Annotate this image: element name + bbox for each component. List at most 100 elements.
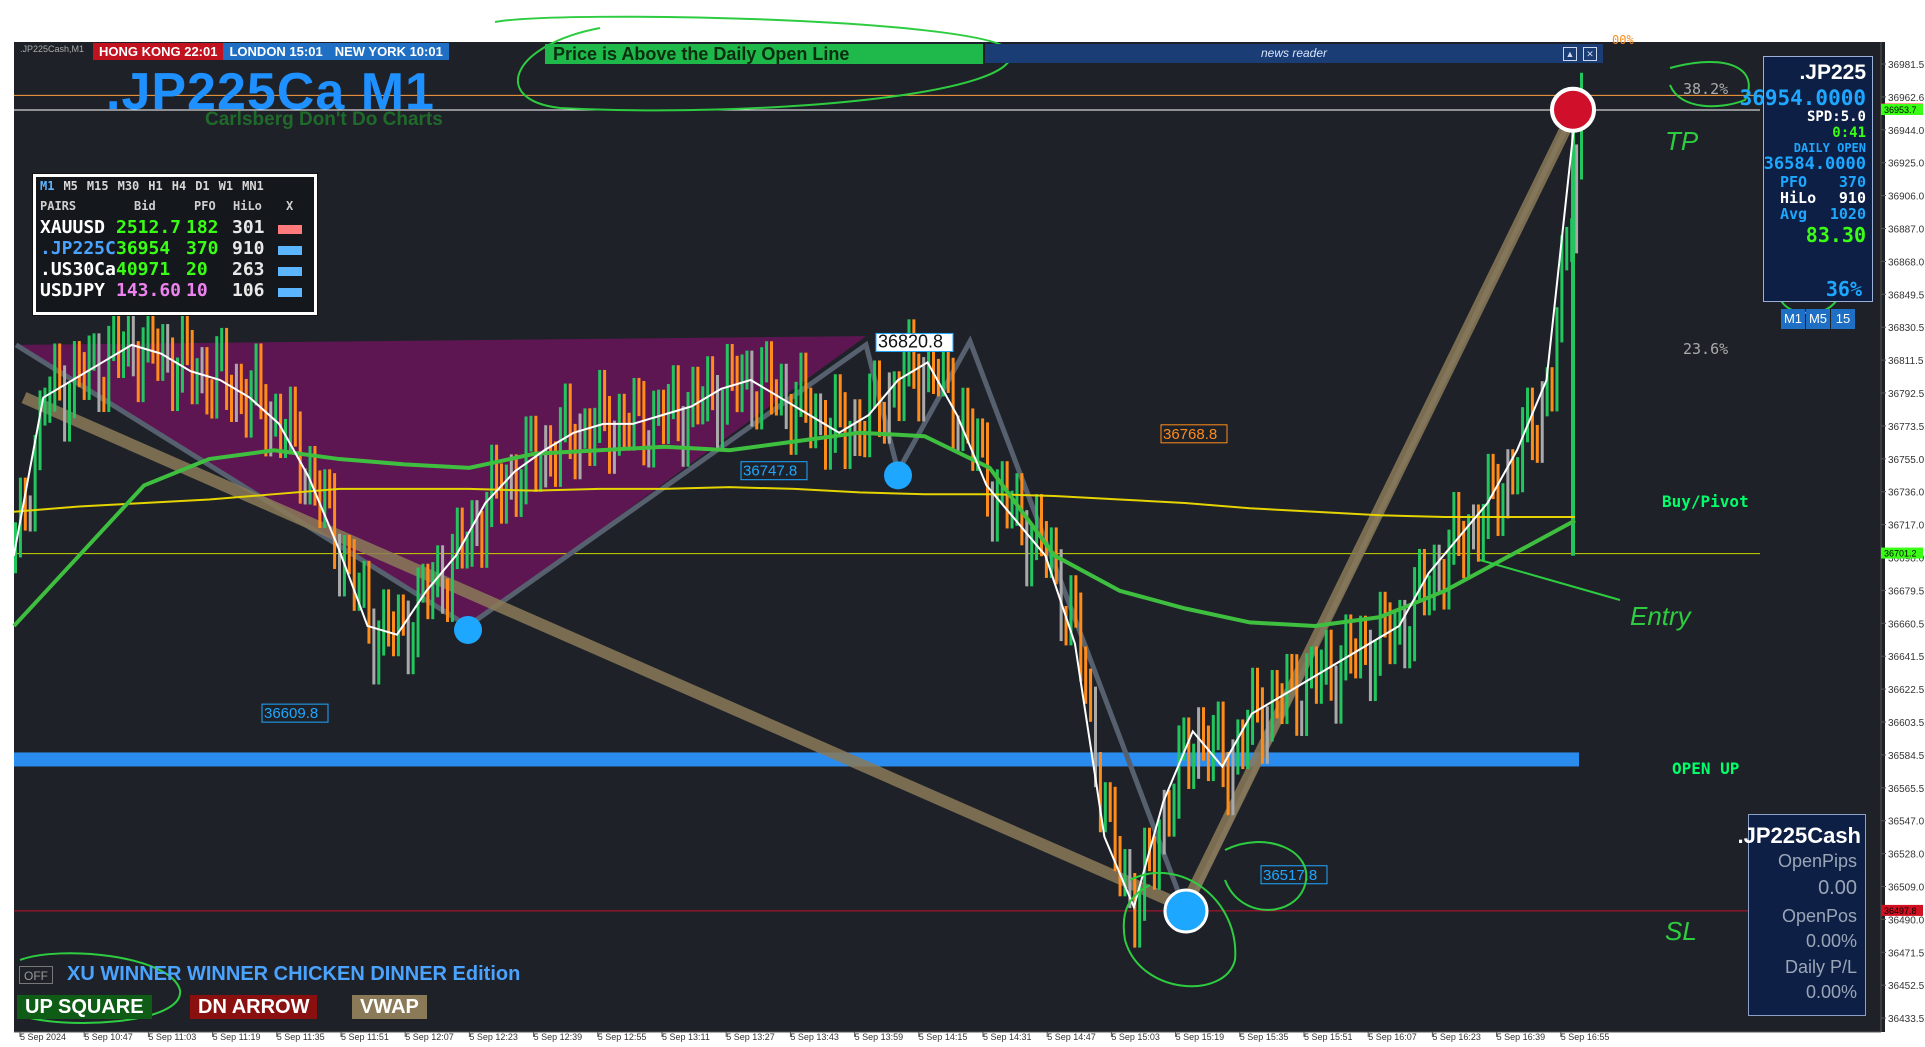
x-tick-label: 5 Sep 16:07 [1368, 1032, 1417, 1042]
price-bar [627, 412, 631, 451]
pair-name[interactable]: XAUUSD [40, 217, 105, 238]
up-square-button[interactable]: UP SQUARE [17, 995, 152, 1019]
price-bar [180, 313, 184, 393]
price-bar [873, 360, 877, 409]
pair-bid: 143.60 [116, 280, 182, 301]
tf-h1[interactable]: H1 [148, 179, 162, 193]
x-tick-label: 5 Sep 11:03 [148, 1032, 196, 1042]
price-bar [1373, 640, 1377, 702]
price-bar [1040, 494, 1043, 557]
price-bar [117, 315, 121, 378]
price-bar [1349, 614, 1353, 674]
y-tick-label: 36962.6 [1888, 93, 1925, 104]
y-tick-label: 36603.5 [1888, 718, 1925, 729]
price-bar [1211, 714, 1215, 782]
pair-x-bar[interactable] [278, 225, 302, 234]
price-bar [333, 473, 337, 569]
price-bar [1152, 836, 1156, 890]
tf-m5[interactable]: M5 [63, 179, 77, 193]
open-pips-value: 0.00 [1818, 877, 1857, 899]
tf-mn1[interactable]: MN1 [242, 179, 264, 193]
price-bar [171, 337, 175, 412]
close-icon[interactable]: ✕ [1583, 47, 1597, 61]
symbol-tag: .JP225Cash,M1 [20, 44, 85, 54]
minimize-icon[interactable]: ▲ [1563, 47, 1577, 61]
fib-top-label: 00% [1612, 33, 1634, 47]
dn-arrow-button[interactable]: DN ARROW [190, 995, 318, 1019]
x-tick-label: 5 Sep 16:39 [1497, 1032, 1546, 1042]
pair-hilo: 301 [232, 217, 265, 238]
price-bar [642, 380, 646, 466]
tf-button-m5[interactable]: M5 [1806, 309, 1830, 329]
price-bar [765, 341, 769, 383]
price-bar [107, 325, 111, 413]
price-bar [716, 374, 719, 450]
price-bar [500, 463, 503, 524]
daily-pl-value: 0.00% [1805, 982, 1857, 1002]
price-bar [1157, 819, 1161, 890]
price-bar [912, 319, 916, 389]
price-bar [347, 535, 351, 575]
y-tick-label: 36565.5 [1888, 784, 1925, 795]
price-bar [1295, 654, 1299, 736]
price-bar [210, 379, 214, 419]
tf-d1[interactable]: D1 [195, 179, 209, 193]
pair-name[interactable]: .US30Ca [40, 259, 116, 280]
price-bar [1324, 629, 1328, 685]
price-bar [1236, 719, 1240, 775]
x-tick-label: 5 Sep 11:51 [341, 1032, 389, 1042]
price-bar [1300, 700, 1304, 736]
pair-name[interactable]: .JP225C [40, 238, 116, 259]
price-bar [1138, 885, 1142, 948]
price-bar [1015, 473, 1019, 526]
price-bar [504, 464, 508, 524]
price-tag-label: 36701.2 [1884, 549, 1917, 559]
pair-bid: 2512.7 [116, 217, 182, 238]
pairs-panel: M1 M5 M15 M30 H1 H4 D1 W1 MN1 PAIRS Bid PFO HiLo… [32, 173, 318, 316]
tf-m1[interactable]: M1 [40, 179, 54, 193]
tf-button-m1[interactable]: M1 [1781, 309, 1805, 329]
vwap-button[interactable]: VWAP [352, 995, 427, 1019]
y-tick-label: 36528.0 [1888, 850, 1925, 861]
price-bar [431, 562, 435, 620]
price-bar [1408, 626, 1412, 669]
pair-x-bar[interactable] [278, 267, 302, 276]
price-bar [387, 589, 391, 647]
price-bar [598, 369, 602, 443]
world-clocks: HONG KONG 22:01 LONDON 15:01 NEW YORK 10… [93, 43, 449, 60]
price-bar [1074, 575, 1078, 628]
price-bar [220, 327, 224, 372]
price-bar [1575, 144, 1579, 254]
tf-m30[interactable]: M30 [118, 179, 140, 193]
price-bar [1521, 407, 1525, 493]
open-pos-value: 0.00% [1805, 931, 1857, 951]
price-bar [652, 390, 656, 468]
tf-m15[interactable]: M15 [87, 179, 109, 193]
price-chart[interactable]: 36820.8 36747.8 36768.8 36517.8 36609.8 3698… [0, 0, 1925, 1042]
price-bar [578, 413, 582, 480]
price-bar [450, 533, 454, 622]
price-bar [43, 387, 47, 426]
price-tag-label: 36497.8 [1884, 906, 1917, 916]
pair-x-bar[interactable] [278, 288, 302, 297]
tf-h4[interactable]: H4 [172, 179, 186, 193]
price-bar [558, 407, 562, 487]
price-bar [77, 341, 81, 388]
price-bar [637, 377, 641, 417]
price-bar [730, 344, 734, 391]
x-tick-label: 5 Sep 11:19 [213, 1032, 261, 1042]
price-bar [249, 370, 253, 438]
pair-name[interactable]: USDJPY [40, 280, 105, 301]
tf-button-m15[interactable]: 15 [1831, 309, 1855, 329]
price-bar [87, 335, 91, 400]
price-bar [720, 389, 724, 450]
open-pos-label: OpenPos [1781, 906, 1857, 926]
y-tick-label: 36490.0 [1888, 915, 1925, 926]
news-reader-bar[interactable]: news reader ▲ ✕ [985, 44, 1603, 63]
price-bar [1206, 725, 1210, 782]
pair-x-bar[interactable] [278, 246, 302, 255]
tf-w1[interactable]: W1 [219, 179, 233, 193]
price-bar [460, 507, 464, 569]
status-banner: Price is Above the Daily Open Line [545, 44, 983, 64]
off-toggle-button[interactable]: OFF [19, 966, 53, 984]
